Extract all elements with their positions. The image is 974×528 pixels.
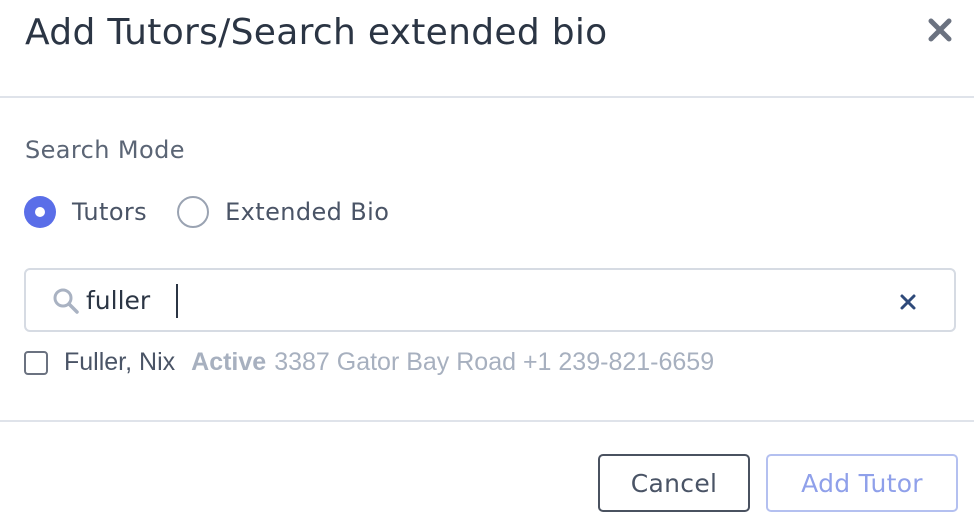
radio-label-tutors: Tutors [72, 198, 148, 226]
radio-label-extended-bio: Extended Bio [225, 198, 390, 226]
dialog-header: Add Tutors/Search extended bio [0, 0, 974, 98]
radio-option-tutors[interactable]: Tutors [24, 196, 147, 228]
text-cursor [176, 284, 178, 318]
add-tutor-button[interactable]: Add Tutor [766, 454, 958, 512]
search-mode-label: Search Mode [25, 136, 185, 164]
result-detail: 3387 Gator Bay Road +1 239-821-6659 [274, 348, 715, 376]
search-input[interactable] [86, 280, 866, 320]
cancel-button[interactable]: Cancel [598, 454, 750, 512]
dialog-title: Add Tutors/Search extended bio [25, 12, 608, 53]
footer-divider [0, 420, 974, 422]
radio-selected-icon[interactable] [24, 196, 56, 228]
result-name: Fuller, Nix [64, 348, 176, 376]
radio-unselected-icon[interactable] [177, 196, 210, 228]
radio-option-extended-bio[interactable]: Extended Bio [177, 196, 389, 228]
search-result-row[interactable]: Fuller, Nix Active 3387 Gator Bay Road +… [24, 348, 714, 377]
result-status: Active [191, 348, 267, 376]
close-icon[interactable] [925, 15, 955, 45]
clear-search-icon[interactable] [898, 292, 918, 312]
search-icon [53, 288, 79, 314]
search-box [24, 268, 956, 332]
result-checkbox[interactable] [24, 350, 48, 375]
search-mode-radio-group: Tutors Extended Bio [24, 196, 419, 228]
